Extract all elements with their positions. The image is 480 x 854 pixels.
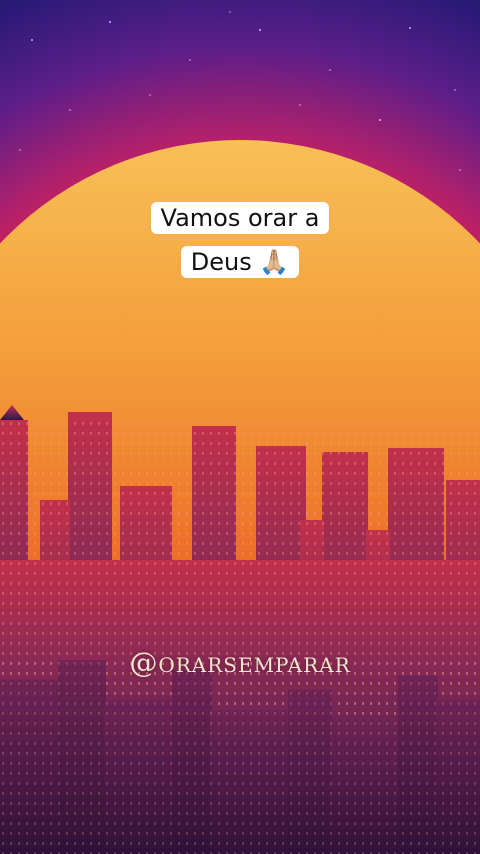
- caption-line-2: Deus 🙏🏼: [145, 240, 335, 284]
- caption-box: Vamos orar a Deus 🙏🏼: [145, 196, 335, 284]
- sunset-city-background: [0, 0, 480, 854]
- video-frame: Vamos orar a Deus 🙏🏼 @orarsemparar: [0, 0, 480, 854]
- watermark-handle: @orarsemparar: [129, 646, 351, 679]
- caption-line-1: Vamos orar a: [145, 196, 335, 240]
